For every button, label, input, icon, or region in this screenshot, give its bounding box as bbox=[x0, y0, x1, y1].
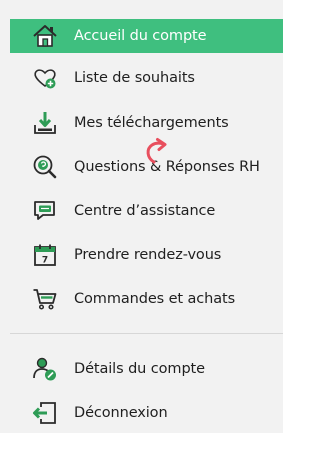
calendar-icon: 7 bbox=[32, 242, 58, 268]
shopping-cart-icon bbox=[32, 286, 58, 312]
menu-item-label: Commandes et achats bbox=[74, 291, 236, 307]
menu-item-label: Liste de souhaits bbox=[74, 70, 195, 86]
menu-item-label: Déconnexion bbox=[74, 405, 168, 421]
menu-item-account-details[interactable]: Détails du compte bbox=[10, 352, 283, 386]
menu-item-wishlist[interactable]: Liste de souhaits bbox=[10, 61, 283, 95]
menu-item-label: Mes téléchargements bbox=[74, 115, 229, 131]
menu-item-orders[interactable]: Commandes et achats bbox=[10, 282, 283, 316]
user-edit-icon bbox=[32, 356, 58, 382]
download-tray-icon bbox=[32, 110, 58, 136]
calendar-day-number: 7 bbox=[42, 256, 48, 266]
logout-icon bbox=[32, 400, 58, 426]
account-menu-panel: Accueil du compte Liste de souhaits Mes … bbox=[0, 0, 283, 433]
magnifier-qa-icon bbox=[32, 154, 58, 180]
menu-item-label: Accueil du compte bbox=[74, 28, 207, 44]
heart-add-icon bbox=[32, 65, 58, 91]
menu-divider bbox=[10, 333, 283, 334]
house-icon bbox=[32, 23, 58, 49]
annotation-arrow-icon bbox=[146, 138, 167, 164]
chat-bubbles-icon bbox=[32, 198, 58, 224]
menu-item-logout[interactable]: Déconnexion bbox=[10, 396, 283, 430]
menu-item-label: Centre d’assistance bbox=[74, 203, 216, 219]
menu-item-label: Prendre rendez-vous bbox=[74, 247, 222, 263]
menu-item-account-home[interactable]: Accueil du compte bbox=[10, 19, 283, 53]
menu-item-help-center[interactable]: Centre d’assistance bbox=[10, 194, 283, 228]
menu-item-label: Détails du compte bbox=[74, 361, 205, 377]
menu-item-appointment[interactable]: 7 Prendre rendez-vous bbox=[10, 238, 283, 272]
